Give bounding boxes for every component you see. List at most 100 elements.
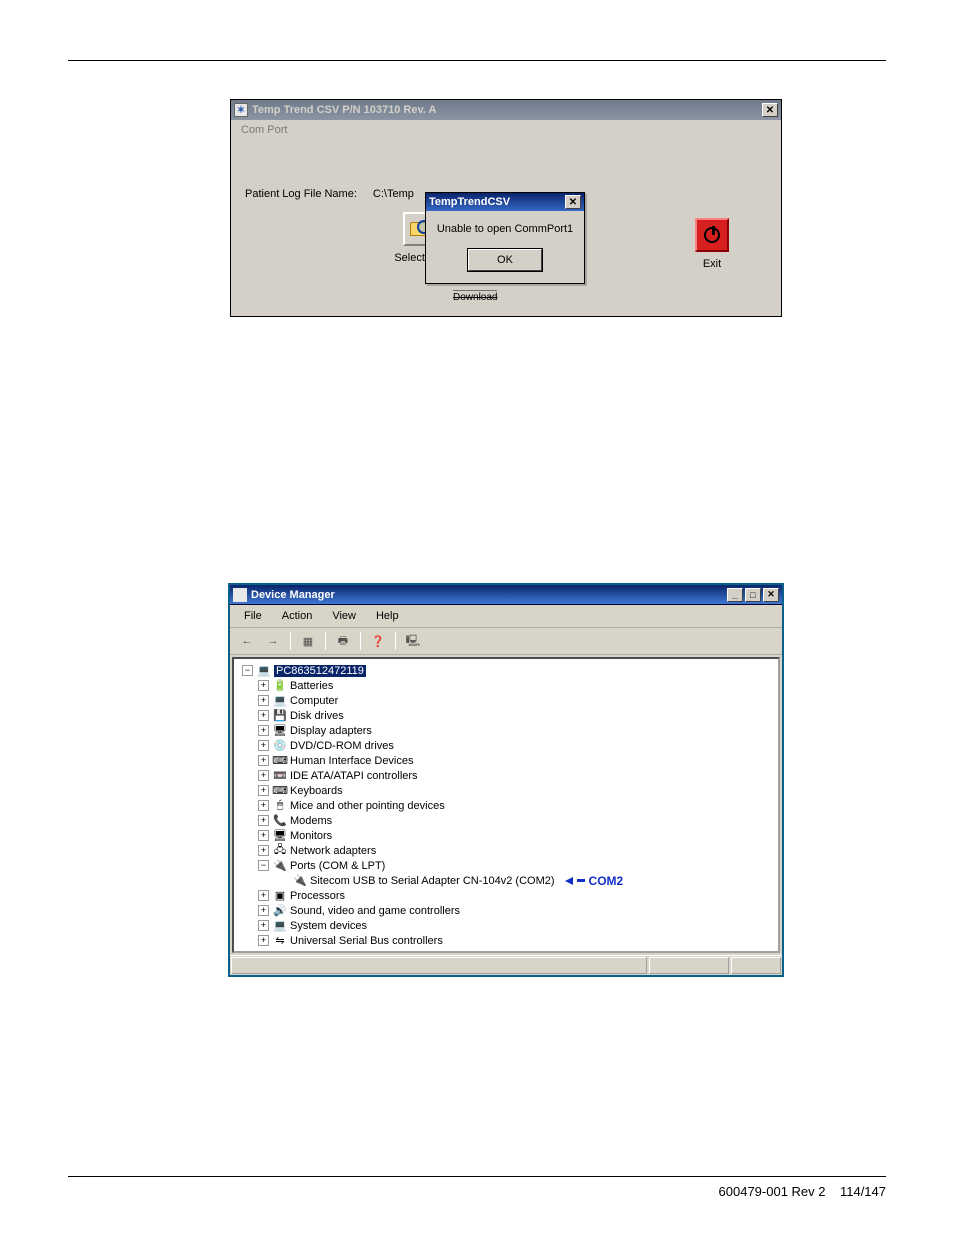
expand-toggle[interactable]: +	[258, 905, 269, 916]
maximize-icon[interactable]: □	[745, 588, 761, 602]
expand-toggle[interactable]: +	[258, 755, 269, 766]
expand-toggle[interactable]: +	[258, 890, 269, 901]
expand-toggle[interactable]: +	[258, 725, 269, 736]
close-icon[interactable]: ✕	[763, 588, 779, 602]
window-title: Device Manager	[251, 589, 335, 601]
expand-toggle[interactable]: +	[258, 785, 269, 796]
device-category-icon: 📞	[273, 814, 287, 827]
expand-toggle[interactable]: +	[258, 800, 269, 811]
arrow-left-icon	[565, 877, 573, 885]
tree-node[interactable]: Monitors	[290, 830, 332, 842]
ports-icon: 🔌	[273, 859, 287, 872]
device-category-icon: 🔊	[273, 904, 287, 917]
tree-node[interactable]: System devices	[290, 920, 367, 932]
tree-node[interactable]: Processors	[290, 890, 345, 902]
expand-toggle[interactable]: +	[258, 680, 269, 691]
device-category-icon: ⇋	[273, 934, 287, 947]
expand-toggle[interactable]: +	[258, 695, 269, 706]
device-category-icon: 💻	[273, 694, 287, 707]
expand-toggle[interactable]: +	[258, 920, 269, 931]
expand-toggle[interactable]: +	[258, 770, 269, 781]
expand-toggle[interactable]: +	[258, 935, 269, 946]
help-button[interactable]: ❓	[367, 631, 389, 651]
device-category-icon: 🖧	[273, 844, 287, 857]
close-icon[interactable]: ✕	[762, 103, 778, 117]
footer-page: 114/147	[840, 1184, 886, 1199]
expand-toggle[interactable]: +	[258, 830, 269, 841]
device-category-icon: 📼	[273, 769, 287, 782]
status-bar	[230, 955, 782, 975]
device-category-icon: 💿	[273, 739, 287, 752]
expand-toggle[interactable]: +	[258, 740, 269, 751]
tree-node[interactable]: DVD/CD-ROM drives	[290, 740, 394, 752]
device-category-icon: 💻	[273, 919, 287, 932]
menu-view[interactable]: View	[324, 607, 364, 625]
tree-node[interactable]: Universal Serial Bus controllers	[290, 935, 443, 947]
device-category-icon: ▣	[273, 889, 287, 902]
menu-help[interactable]: Help	[368, 607, 407, 625]
expand-toggle[interactable]: +	[258, 845, 269, 856]
dialog-title: TempTrendCSV	[429, 196, 510, 208]
window-titlebar[interactable]: ✶ Temp Trend CSV P/N 103710 Rev. A ✕	[231, 100, 781, 120]
minimize-icon[interactable]: _	[727, 588, 743, 602]
print-button[interactable]: 🖶	[332, 631, 354, 651]
expand-toggle[interactable]: +	[258, 815, 269, 826]
temp-trend-window: ✶ Temp Trend CSV P/N 103710 Rev. A ✕ Com…	[230, 99, 782, 317]
tree-node-com2[interactable]: Sitecom USB to Serial Adapter CN-104v2 (…	[310, 875, 555, 887]
window-title: Temp Trend CSV P/N 103710 Rev. A	[252, 104, 436, 116]
window-titlebar[interactable]: Device Manager _ □ ✕	[230, 585, 782, 605]
properties-button[interactable]: ▦	[297, 631, 319, 651]
exit-label: Exit	[703, 258, 721, 270]
page-footer: 600479-001 Rev 2 114/147	[719, 1184, 886, 1199]
back-button[interactable]: ←	[236, 631, 258, 651]
toolbar: ← → ▦ 🖶 ❓ 🖳	[230, 628, 782, 655]
expand-toggle[interactable]: −	[258, 860, 269, 871]
device-category-icon: 💾	[273, 709, 287, 722]
tree-node[interactable]: Network adapters	[290, 845, 376, 857]
app-icon: ✶	[234, 103, 248, 117]
close-icon[interactable]: ✕	[565, 195, 581, 209]
tree-node[interactable]: Human Interface Devices	[290, 755, 414, 767]
download-label-obscured: Download	[453, 290, 497, 303]
tree-node[interactable]: Modems	[290, 815, 332, 827]
exit-button[interactable]	[695, 218, 729, 252]
expand-toggle[interactable]: +	[258, 710, 269, 721]
ok-button[interactable]: OK	[468, 249, 542, 271]
tree-node-ports[interactable]: Ports (COM & LPT)	[290, 860, 385, 872]
tree-node[interactable]: IDE ATA/ATAPI controllers	[290, 770, 418, 782]
tree-node[interactable]: Computer	[290, 695, 338, 707]
device-category-icon: ⌨	[273, 784, 287, 797]
menu-bar: File Action View Help	[230, 605, 782, 628]
footer-doc-id: 600479-001 Rev 2	[719, 1184, 826, 1199]
dialog-titlebar[interactable]: TempTrendCSV ✕	[426, 193, 584, 211]
bottom-rule	[68, 1176, 886, 1177]
top-rule	[68, 60, 886, 61]
tree-node[interactable]: Sound, video and game controllers	[290, 905, 460, 917]
menu-com-port[interactable]: Com Port	[231, 120, 781, 140]
tree-node[interactable]: Batteries	[290, 680, 333, 692]
com2-annotation: COM2	[565, 874, 624, 888]
menu-action[interactable]: Action	[274, 607, 321, 625]
device-tree[interactable]: − 💻 PC863512472119 +🔋Batteries+💻Computer…	[232, 657, 780, 953]
scan-button[interactable]: 🖳	[402, 631, 424, 651]
device-category-icon: 🔋	[273, 679, 287, 692]
root-node[interactable]: PC863512472119	[274, 665, 366, 677]
tree-node[interactable]: Keyboards	[290, 785, 343, 797]
forward-button[interactable]: →	[262, 631, 284, 651]
dialog-message: Unable to open CommPort1	[434, 223, 576, 235]
power-icon	[704, 227, 720, 243]
patient-log-label: Patient Log File Name:	[245, 188, 357, 200]
port-icon: 🔌	[293, 874, 307, 887]
menu-file[interactable]: File	[236, 607, 270, 625]
tree-node[interactable]: Display adapters	[290, 725, 372, 737]
device-manager-window: Device Manager _ □ ✕ File Action View He…	[228, 583, 784, 977]
device-category-icon: 🖥	[273, 724, 287, 737]
expand-toggle[interactable]: −	[242, 665, 253, 676]
computer-icon: 💻	[257, 664, 271, 677]
devmgr-icon	[233, 588, 247, 602]
device-category-icon: 🖱	[273, 799, 287, 812]
file-path-value: C:\Temp	[373, 188, 414, 200]
tree-node[interactable]: Disk drives	[290, 710, 344, 722]
tree-node[interactable]: Mice and other pointing devices	[290, 800, 445, 812]
device-category-icon: ⌨	[273, 754, 287, 767]
